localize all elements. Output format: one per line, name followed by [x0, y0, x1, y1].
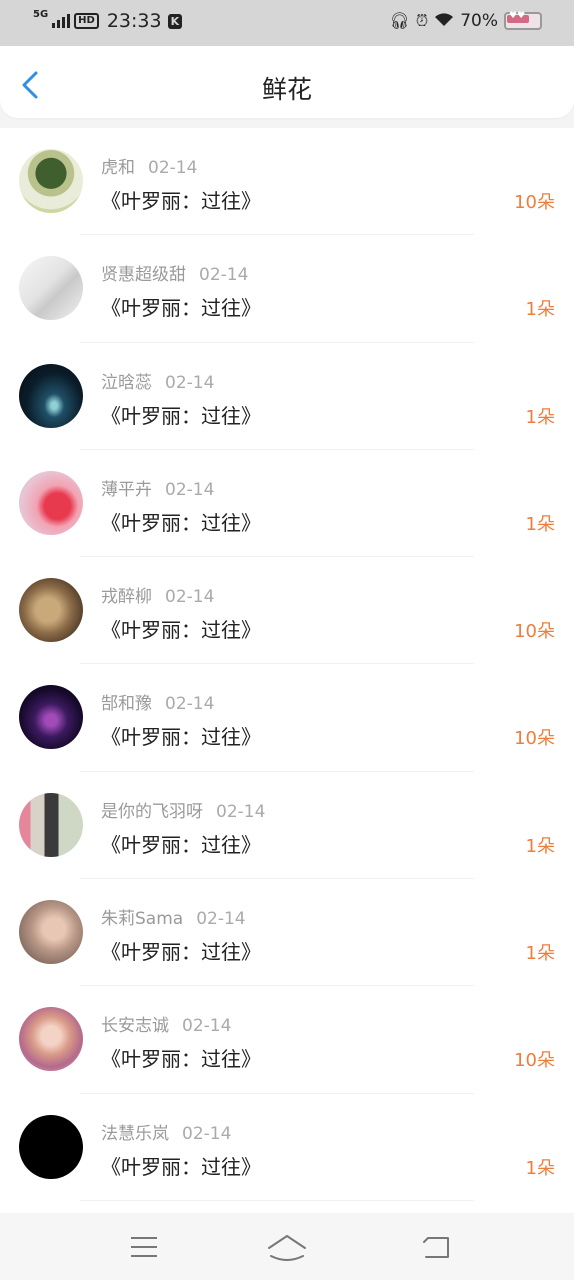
flower-count: 10朵: [514, 621, 555, 643]
status-bar: 5G HD 23:33 K 🎧︎ ⏰︎ 70% ♥♥: [0, 0, 574, 46]
avatar[interactable]: [19, 363, 83, 428]
flower-count: 10朵: [514, 1050, 555, 1072]
list-item[interactable]: 泣晗蕊 02-14 《叶罗丽：过往》 1朵: [0, 343, 574, 451]
work-title: 《叶罗丽：过往》: [101, 725, 261, 750]
menu-button[interactable]: [124, 1231, 164, 1265]
username: 朱莉Sama: [101, 909, 184, 930]
item-meta: 长安志诚 02-14: [101, 1011, 231, 1036]
work-title: 《叶罗丽：过往》: [101, 940, 261, 965]
home-button[interactable]: [267, 1231, 307, 1265]
status-right: 🎧︎ ⏰︎ 70% ♥♥: [389, 11, 542, 31]
item-meta: 法慧乐岚 02-14: [101, 1119, 231, 1144]
avatar[interactable]: [19, 1007, 83, 1072]
work-title: 《叶罗丽：过往》: [101, 832, 261, 857]
list-item[interactable]: 朱莉Sama 02-14 《叶罗丽：过往》 1朵: [0, 879, 574, 987]
home-icon: [268, 1235, 306, 1261]
item-date: 02-14: [182, 1123, 232, 1144]
wifi-icon: [434, 12, 454, 30]
k-badge: K: [167, 13, 183, 29]
list-item[interactable]: 郜和豫 02-14 《叶罗丽：过往》 10朵: [0, 664, 574, 773]
item-date: 02-14: [165, 694, 215, 715]
avatar[interactable]: [19, 900, 83, 965]
app-header: 鲜花: [0, 46, 574, 118]
item-date: 02-14: [148, 158, 198, 178]
avatar[interactable]: [19, 256, 83, 321]
flower-list: 虎和 02-14 《叶罗丽：过往》 10朵 贤惠超级甜 02-14 《叶罗丽：过往》…: [0, 128, 574, 1213]
item-date: 02-14: [216, 801, 266, 822]
username: 戎醉柳: [101, 587, 152, 608]
flower-count: 1朵: [525, 943, 555, 965]
battery-percent: 70%: [460, 11, 498, 31]
back-nav-button[interactable]: [418, 1231, 458, 1265]
avatar[interactable]: [19, 578, 83, 643]
work-title: 《叶罗丽：过往》: [101, 189, 261, 213]
clock: 23:33: [106, 10, 162, 32]
avatar[interactable]: [19, 792, 83, 857]
flower-count: 1朵: [525, 1157, 555, 1179]
username: 长安志诚: [101, 1016, 169, 1037]
work-title: 《叶罗丽：过往》: [101, 618, 261, 643]
username: 是你的飞羽呀: [101, 801, 203, 822]
work-title: 《叶罗丽：过往》: [101, 1154, 261, 1179]
list-item[interactable]: 薄平卉 02-14 《叶罗丽：过往》 1朵: [0, 450, 574, 558]
item-meta: 郜和豫 02-14: [101, 689, 214, 714]
battery-icon: ♥♥: [504, 11, 542, 30]
page-title: 鲜花: [261, 75, 312, 104]
flower-count: 1朵: [525, 513, 555, 535]
item-date: 02-14: [182, 1016, 232, 1037]
item-date: 02-14: [196, 909, 246, 930]
flower-count: 1朵: [525, 835, 555, 857]
item-date: 02-14: [165, 479, 215, 500]
navigation-bar: [0, 1213, 574, 1280]
username: 贤惠超级甜: [101, 265, 186, 286]
headphones-icon: 🎧︎: [389, 11, 410, 30]
avatar[interactable]: [19, 470, 83, 535]
list-item[interactable]: 是你的飞羽呀 02-14 《叶罗丽：过往》 1朵: [0, 772, 574, 880]
flower-count: 10朵: [514, 192, 555, 213]
list-item[interactable]: 贤惠超级甜 02-14 《叶罗丽：过往》 1朵: [0, 235, 574, 343]
flower-count: 1朵: [525, 299, 555, 321]
avatar[interactable]: [19, 1114, 83, 1179]
flower-count: 10朵: [514, 728, 555, 750]
item-meta: 是你的飞羽呀 02-14: [101, 797, 265, 822]
avatar[interactable]: [19, 149, 83, 213]
list-item[interactable]: 虎和 02-14 《叶罗丽：过往》 10朵: [0, 128, 574, 236]
item-meta: 虎和 02-14: [101, 153, 197, 178]
item-date: 02-14: [165, 587, 215, 608]
list-item[interactable]: 长安志诚 02-14 《叶罗丽：过往》 10朵: [0, 986, 574, 1094]
item-date: 02-14: [199, 265, 249, 286]
signal-icon: [52, 14, 71, 28]
item-meta: 朱莉Sama 02-14: [101, 904, 246, 929]
username: 郜和豫: [101, 694, 152, 715]
work-title: 《叶罗丽：过往》: [101, 510, 261, 535]
work-title: 《叶罗丽：过往》: [101, 1047, 261, 1072]
list-item[interactable]: 戎醉柳 02-14 《叶罗丽：过往》 10朵: [0, 557, 574, 665]
username: 薄平卉: [101, 479, 152, 500]
username: 法慧乐岚: [101, 1123, 169, 1144]
flower-count: 1朵: [525, 406, 555, 428]
network-type: 5G: [33, 9, 49, 20]
item-meta: 戎醉柳 02-14: [101, 582, 214, 607]
username: 虎和: [101, 158, 135, 178]
back-icon: [423, 1237, 449, 1258]
alarm-icon: ⏰︎: [415, 11, 429, 30]
item-meta: 泣晗蕊 02-14: [101, 368, 214, 393]
hd-badge: HD: [74, 13, 99, 29]
list-item[interactable]: 法慧乐岚 02-14 《叶罗丽：过往》 1朵: [0, 1094, 574, 1202]
work-title: 《叶罗丽：过往》: [101, 403, 261, 428]
item-meta: 薄平卉 02-14: [101, 475, 214, 500]
username: 泣晗蕊: [101, 372, 152, 393]
avatar[interactable]: [19, 685, 83, 750]
work-title: 《叶罗丽：过往》: [101, 296, 261, 321]
item-date: 02-14: [165, 372, 215, 393]
menu-icon: [131, 1237, 157, 1257]
item-meta: 贤惠超级甜 02-14: [101, 260, 248, 285]
status-left: 5G HD 23:33 K: [33, 9, 183, 32]
